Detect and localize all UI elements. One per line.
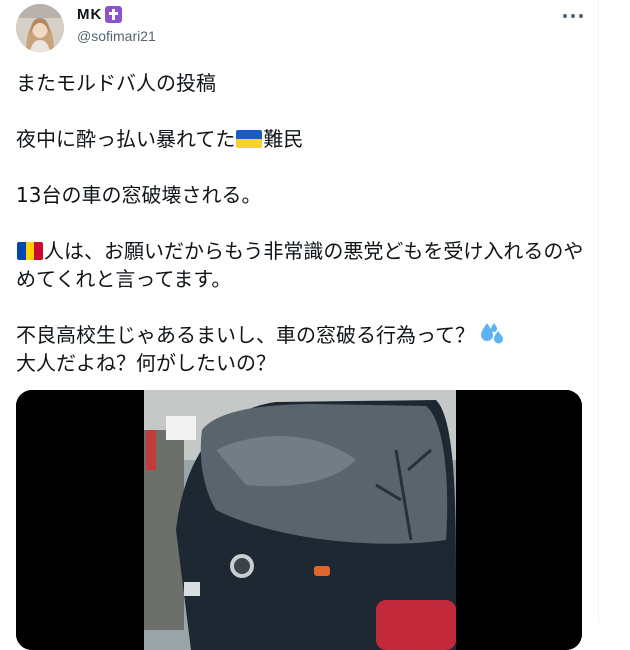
user-handle[interactable]: @sofimari21 [77,28,156,44]
more-options-icon[interactable] [563,8,583,24]
tweet-line: 不良高校生じゃあるまいし、車の窓破る行為って？ 大人だよね？何がしたいの？ [16,321,586,377]
ukraine-flag-icon [236,130,263,148]
tweet-line: 人は、お願いだからもう非常識の悪党どもを受け入れるのやめてくれと言ってます。 [16,239,584,291]
avatar[interactable] [16,4,64,52]
sweat-droplets-icon [481,323,503,344]
video-thumbnail[interactable] [16,390,582,650]
video-frame-image [16,390,582,650]
display-name-row[interactable]: MK [77,6,123,23]
tweet-line: またモルドバ人の投稿 [16,71,216,95]
display-name[interactable]: MK [77,6,102,23]
avatar-image [16,4,64,52]
tweet-card[interactable]: MK @sofimari21 またモルドバ人の投稿 夜中に酔っ払い暴れてた 難民 … [0,0,598,650]
tweet-line: 夜中に酔っ払い暴れてた 難民 [16,127,304,151]
latin-cross-icon [105,6,123,23]
timeline-divider [598,0,599,623]
tweet-text: またモルドバ人の投稿 夜中に酔っ払い暴れてた 難民 13台の車の窓破壊される。 人… [16,69,586,377]
moldova-flag-icon [17,242,43,260]
tweet-line: 13台の車の窓破壊される。 [16,183,262,207]
